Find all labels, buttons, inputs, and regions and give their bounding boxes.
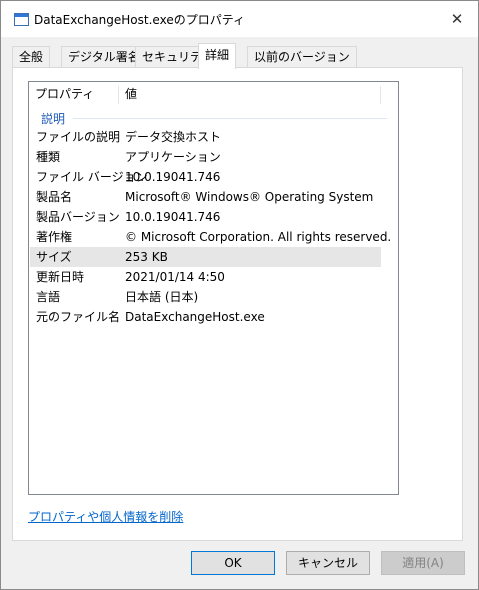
- property-value: 日本語 (日本): [125, 290, 199, 304]
- ok-button[interactable]: OK: [191, 551, 275, 575]
- column-divider[interactable]: [380, 86, 381, 104]
- list-item[interactable]: 種類 アプリケーション: [30, 147, 381, 167]
- list-header: プロパティ 値: [29, 82, 398, 106]
- close-icon: ✕: [450, 10, 464, 28]
- property-name: ファイルの説明: [36, 130, 121, 144]
- property-name: 言語: [36, 290, 61, 304]
- tab-digital-signatures[interactable]: デジタル署名: [61, 46, 147, 67]
- window-app-icon: [14, 13, 29, 26]
- cancel-button[interactable]: キャンセル: [286, 551, 370, 575]
- list-item[interactable]: 製品バージョン 10.0.19041.746: [30, 207, 381, 227]
- property-value: © Microsoft Corporation. All rights rese…: [125, 230, 392, 244]
- list-item[interactable]: ファイル バージョン 10.0.19041.746: [30, 167, 381, 187]
- list-item[interactable]: 著作権 © Microsoft Corporation. All rights …: [30, 227, 391, 247]
- property-list[interactable]: プロパティ 値 説明 ファイルの説明 データ交換ホスト 種類 アプリケーション …: [28, 81, 399, 495]
- title-bar: DataExchangeHost.exeのプロパティ ✕: [1, 1, 478, 37]
- tab-details[interactable]: 詳細: [198, 43, 237, 69]
- property-name: 種類: [36, 150, 61, 164]
- property-name: サイズ: [36, 250, 72, 264]
- close-button[interactable]: ✕: [442, 5, 472, 33]
- list-item[interactable]: 元のファイル名 DataExchangeHost.exe: [30, 307, 381, 327]
- group-divider: [73, 118, 387, 119]
- column-header-value[interactable]: 値: [119, 82, 137, 106]
- group-label-description: 説明: [41, 112, 66, 126]
- property-value: 10.0.19041.746: [125, 210, 221, 224]
- list-item[interactable]: 製品名 Microsoft® Windows® Operating System: [30, 187, 381, 207]
- properties-dialog: DataExchangeHost.exeのプロパティ ✕ 全般 デジタル署名 セ…: [0, 0, 479, 590]
- property-name: 元のファイル名: [36, 310, 121, 324]
- property-value: データ交換ホスト: [125, 130, 222, 144]
- property-value: 2021/01/14 4:50: [125, 270, 225, 284]
- list-item[interactable]: 更新日時 2021/01/14 4:50: [30, 267, 381, 287]
- property-value: アプリケーション: [125, 150, 221, 164]
- column-header-property[interactable]: プロパティ: [29, 82, 94, 106]
- property-name: 更新日時: [36, 270, 85, 284]
- property-value: DataExchangeHost.exe: [125, 310, 265, 324]
- property-name: 著作権: [36, 230, 73, 244]
- tab-previous-versions[interactable]: 以前のバージョン: [247, 46, 357, 67]
- list-item[interactable]: ファイルの説明 データ交換ホスト: [30, 127, 381, 147]
- property-name: 製品バージョン: [36, 210, 120, 224]
- apply-button[interactable]: 適用(A): [381, 551, 465, 575]
- list-item[interactable]: 言語 日本語 (日本): [30, 287, 381, 307]
- property-name: 製品名: [36, 190, 73, 204]
- list-item-selected[interactable]: サイズ 253 KB: [30, 247, 381, 267]
- window-title: DataExchangeHost.exeのプロパティ: [34, 13, 245, 27]
- property-value: 253 KB: [125, 250, 168, 264]
- property-value: Microsoft® Windows® Operating System: [125, 190, 374, 204]
- property-value: 10.0.19041.746: [125, 170, 221, 184]
- tab-general[interactable]: 全般: [12, 46, 51, 67]
- remove-properties-link[interactable]: プロパティや個人情報を削除: [28, 508, 183, 525]
